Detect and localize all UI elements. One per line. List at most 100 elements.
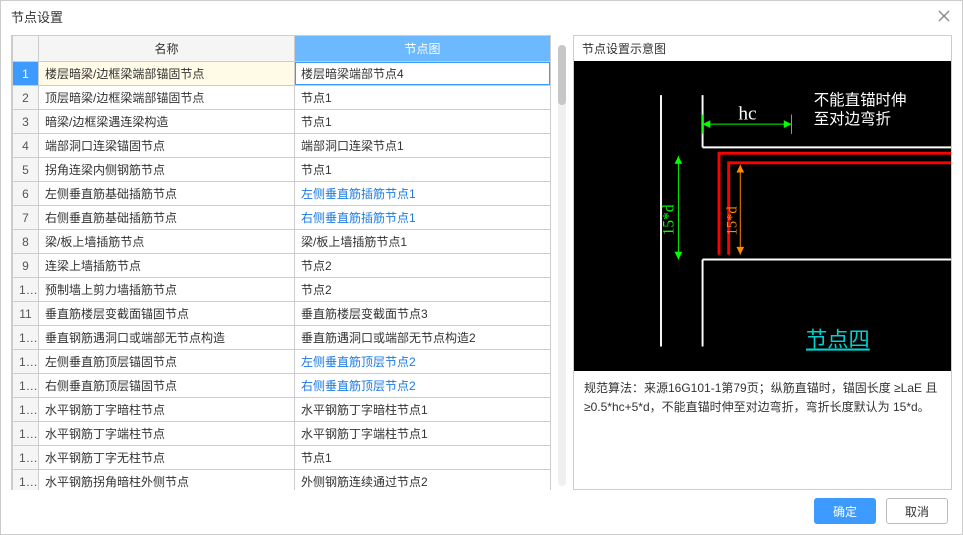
titlebar: 节点设置 [1, 1, 962, 31]
row-name: 连梁上墙插筋节点 [39, 254, 295, 278]
table-row[interactable]: 13左侧垂直筋顶层锚固节点左侧垂直筋顶层节点2 [13, 350, 551, 374]
row-index: 15 [13, 398, 39, 422]
row-node[interactable]: 节点1 [295, 158, 551, 182]
row-index: 12 [13, 326, 39, 350]
label-15d-outer: 15*d [661, 204, 678, 235]
scrollbar-gutter [555, 35, 569, 490]
row-name: 垂直钢筋遇洞口或端部无节点构造 [39, 326, 295, 350]
row-node[interactable]: 水平钢筋丁字暗柱节点1 [295, 398, 551, 422]
row-name: 顶层暗梁/边框梁端部锚固节点 [39, 86, 295, 110]
table-row[interactable]: 4端部洞口连梁锚固节点端部洞口连梁节点1 [13, 134, 551, 158]
label-15d-inner: 15*d [724, 206, 740, 236]
diagram-svg: hc 15*d 15*d 不能直锚时伸 至对边弯折 [574, 61, 951, 371]
row-node[interactable]: 节点2 [295, 254, 551, 278]
row-index: 16 [13, 422, 39, 446]
node-settings-dialog: 节点设置 名称 节点图 1楼层暗梁/边框梁端部锚固节点楼层暗梁端部节点42顶层暗… [0, 0, 963, 535]
row-name: 水平钢筋丁字端柱节点 [39, 422, 295, 446]
table-row[interactable]: 17水平钢筋丁字无柱节点节点1 [13, 446, 551, 470]
row-index: 6 [13, 182, 39, 206]
col-header-node: 节点图 [295, 36, 551, 62]
col-header-index [13, 36, 39, 62]
diagram-title: 节点设置示意图 [574, 36, 951, 61]
table-row[interactable]: 16水平钢筋丁字端柱节点水平钢筋丁字端柱节点1 [13, 422, 551, 446]
row-node[interactable]: 节点2 [295, 278, 551, 302]
table-row[interactable]: 2顶层暗梁/边框梁端部锚固节点节点1 [13, 86, 551, 110]
table-row[interactable]: 1楼层暗梁/边框梁端部锚固节点楼层暗梁端部节点4 [13, 62, 551, 86]
row-index: 3 [13, 110, 39, 134]
table-pane: 名称 节点图 1楼层暗梁/边框梁端部锚固节点楼层暗梁端部节点42顶层暗梁/边框梁… [11, 35, 551, 490]
row-index: 9 [13, 254, 39, 278]
row-node[interactable]: 右侧垂直筋顶层节点2 [295, 374, 551, 398]
row-name: 端部洞口连梁锚固节点 [39, 134, 295, 158]
row-name: 水平钢筋拐角暗柱外侧节点 [39, 470, 295, 491]
row-name: 右侧垂直筋基础插筋节点 [39, 206, 295, 230]
row-index: 4 [13, 134, 39, 158]
table-row[interactable]: 7右侧垂直筋基础插筋节点右侧垂直筋插筋节点1 [13, 206, 551, 230]
diagram-note-2: 至对边弯折 [814, 110, 891, 128]
row-name: 拐角连梁内侧钢筋节点 [39, 158, 295, 182]
table-row[interactable]: 11垂直筋楼层变截面锚固节点垂直筋楼层变截面节点3 [13, 302, 551, 326]
row-index: 1 [13, 62, 39, 86]
diagram-caption: 节点四 [806, 328, 870, 352]
node-table: 名称 节点图 1楼层暗梁/边框梁端部锚固节点楼层暗梁端部节点42顶层暗梁/边框梁… [12, 35, 551, 490]
table-row[interactable]: 9连梁上墙插筋节点节点2 [13, 254, 551, 278]
row-index: 14 [13, 374, 39, 398]
row-index: 11 [13, 302, 39, 326]
row-index: 2 [13, 86, 39, 110]
row-node[interactable]: 水平钢筋丁字端柱节点1 [295, 422, 551, 446]
table-row[interactable]: 6左侧垂直筋基础插筋节点左侧垂直筋插筋节点1 [13, 182, 551, 206]
dialog-title: 节点设置 [11, 7, 63, 26]
preview-pane: 节点设置示意图 hc [573, 35, 952, 490]
table-row[interactable]: 10预制墙上剪力墙插筋节点节点2 [13, 278, 551, 302]
ok-button[interactable]: 确定 [814, 498, 876, 524]
row-node[interactable]: 节点1 [295, 86, 551, 110]
row-node[interactable]: 左侧垂直筋插筋节点1 [295, 182, 551, 206]
row-node[interactable]: 节点1 [295, 110, 551, 134]
row-node[interactable]: 垂直筋遇洞口或端部无节点构造2 [295, 326, 551, 350]
cancel-button[interactable]: 取消 [886, 498, 948, 524]
col-header-name: 名称 [39, 36, 295, 62]
row-node[interactable]: 端部洞口连梁节点1 [295, 134, 551, 158]
row-name: 左侧垂直筋基础插筋节点 [39, 182, 295, 206]
row-name: 楼层暗梁/边框梁端部锚固节点 [39, 62, 295, 86]
row-name: 左侧垂直筋顶层锚固节点 [39, 350, 295, 374]
row-node[interactable]: 右侧垂直筋插筋节点1 [295, 206, 551, 230]
table-row[interactable]: 5拐角连梁内侧钢筋节点节点1 [13, 158, 551, 182]
row-name: 预制墙上剪力墙插筋节点 [39, 278, 295, 302]
row-node[interactable]: 垂直筋楼层变截面节点3 [295, 302, 551, 326]
row-index: 7 [13, 206, 39, 230]
close-icon[interactable] [936, 8, 952, 24]
row-index: 5 [13, 158, 39, 182]
row-index: 10 [13, 278, 39, 302]
row-name: 梁/板上墙插筋节点 [39, 230, 295, 254]
dialog-footer: 确定 取消 [1, 490, 962, 534]
row-name: 暗梁/边框梁遇连梁构造 [39, 110, 295, 134]
row-name: 水平钢筋丁字暗柱节点 [39, 398, 295, 422]
table-scroll[interactable]: 名称 节点图 1楼层暗梁/边框梁端部锚固节点楼层暗梁端部节点42顶层暗梁/边框梁… [11, 35, 551, 490]
row-node[interactable]: 外侧钢筋连续通过节点2 [295, 470, 551, 491]
table-row[interactable]: 8梁/板上墙插筋节点梁/板上墙插筋节点1 [13, 230, 551, 254]
diagram-canvas: hc 15*d 15*d 不能直锚时伸 至对边弯折 [574, 61, 951, 371]
scrollbar-thumb[interactable] [558, 45, 566, 105]
row-node[interactable]: 左侧垂直筋顶层节点2 [295, 350, 551, 374]
row-node[interactable]: 楼层暗梁端部节点4 [295, 62, 551, 86]
scrollbar-track[interactable] [558, 45, 566, 486]
description-text: 规范算法：来源16G101-1第79页；纵筋直锚时，锚固长度 ≥LaE 且 ≥0… [574, 371, 951, 425]
row-name: 水平钢筋丁字无柱节点 [39, 446, 295, 470]
row-name: 右侧垂直筋顶层锚固节点 [39, 374, 295, 398]
row-node[interactable]: 节点1 [295, 446, 551, 470]
row-index: 13 [13, 350, 39, 374]
diagram-note-1: 不能直锚时伸 [814, 91, 907, 109]
row-index: 17 [13, 446, 39, 470]
table-row[interactable]: 18水平钢筋拐角暗柱外侧节点外侧钢筋连续通过节点2 [13, 470, 551, 491]
row-name: 垂直筋楼层变截面锚固节点 [39, 302, 295, 326]
table-row[interactable]: 3暗梁/边框梁遇连梁构造节点1 [13, 110, 551, 134]
label-hc: hc [738, 103, 756, 124]
table-row[interactable]: 14右侧垂直筋顶层锚固节点右侧垂直筋顶层节点2 [13, 374, 551, 398]
row-node[interactable]: 梁/板上墙插筋节点1 [295, 230, 551, 254]
table-row[interactable]: 12垂直钢筋遇洞口或端部无节点构造垂直筋遇洞口或端部无节点构造2 [13, 326, 551, 350]
row-index: 18 [13, 470, 39, 491]
table-row[interactable]: 15水平钢筋丁字暗柱节点水平钢筋丁字暗柱节点1 [13, 398, 551, 422]
content-area: 名称 节点图 1楼层暗梁/边框梁端部锚固节点楼层暗梁端部节点42顶层暗梁/边框梁… [1, 31, 962, 490]
row-index: 8 [13, 230, 39, 254]
